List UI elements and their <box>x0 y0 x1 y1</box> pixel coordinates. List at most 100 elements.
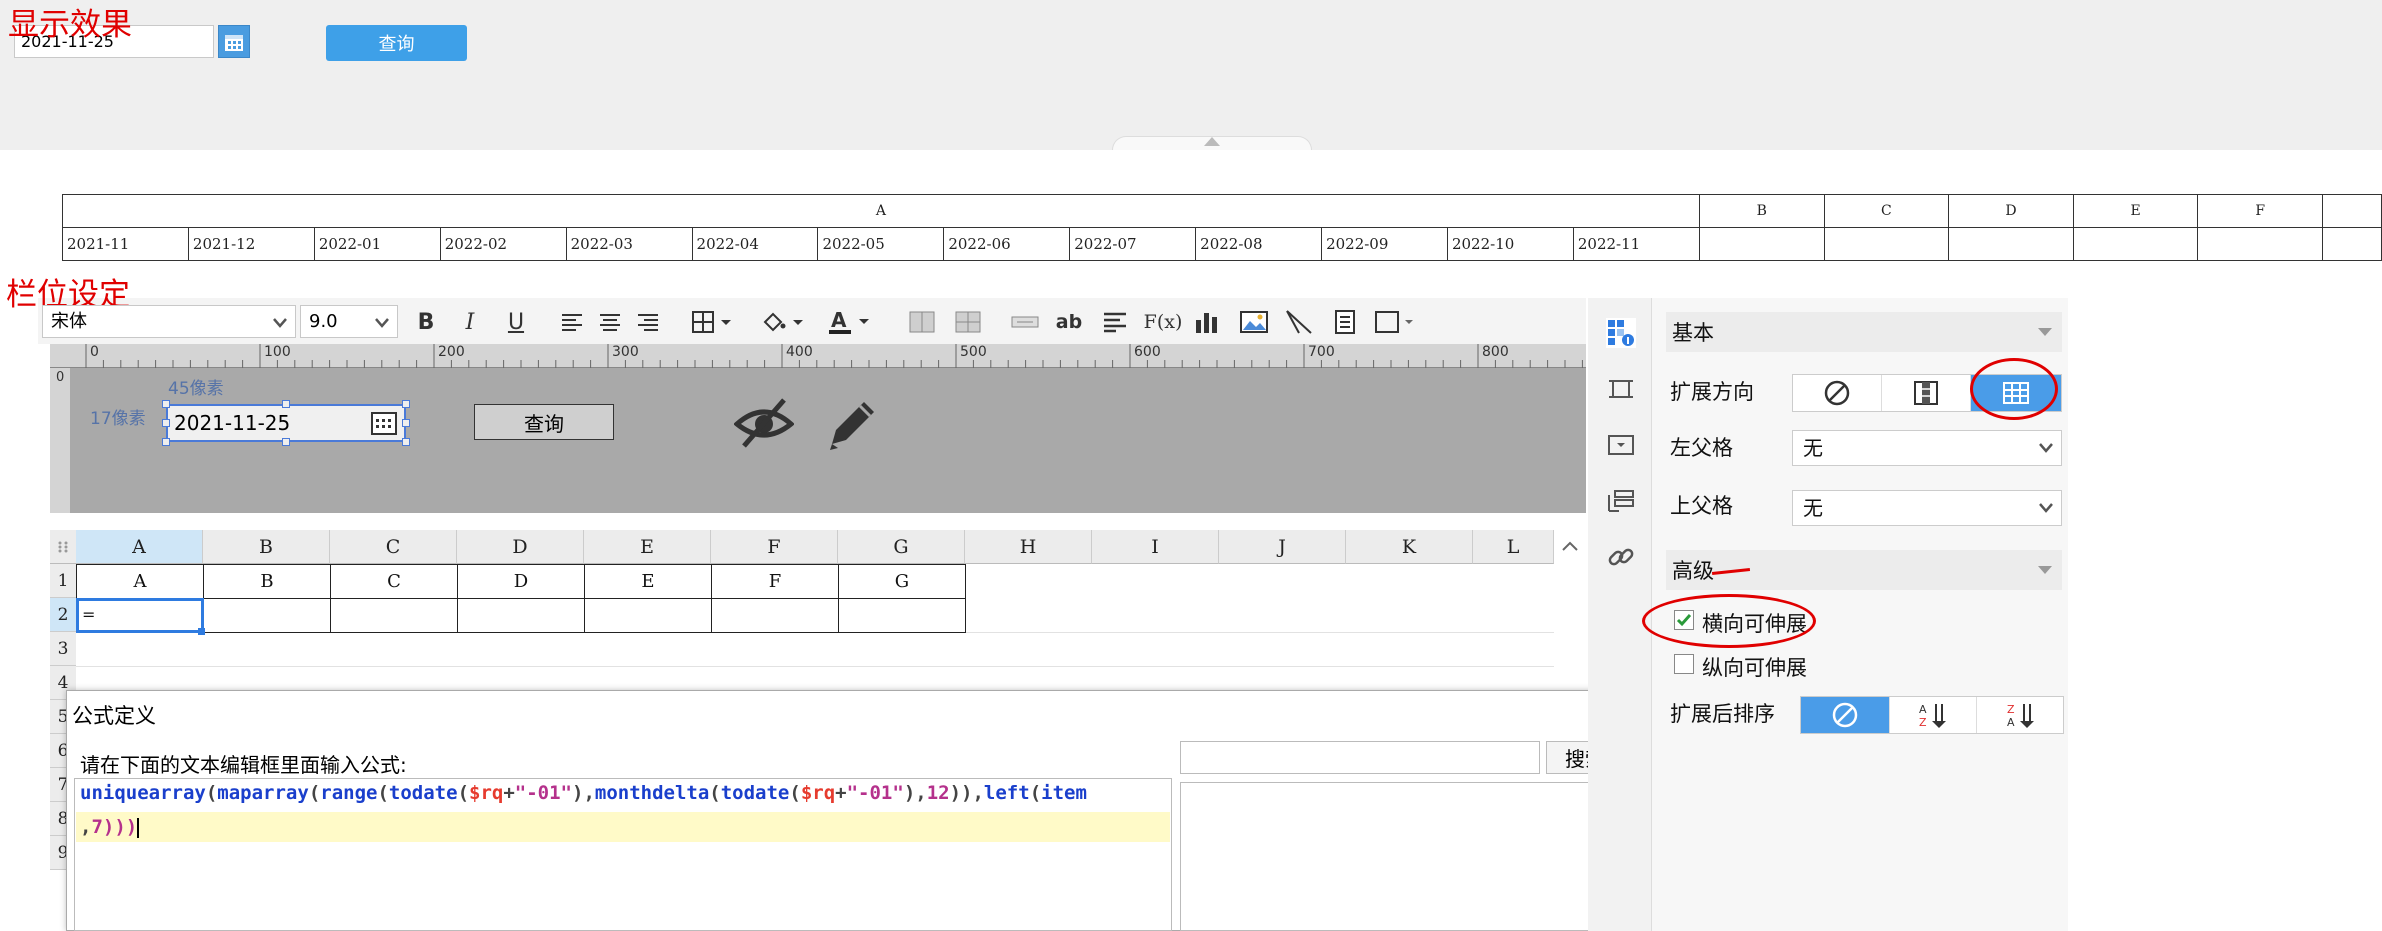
cell-g1[interactable]: G <box>838 564 966 599</box>
column-header-b[interactable]: B <box>203 530 330 564</box>
cell-a1[interactable]: A <box>76 564 204 599</box>
v-stretch-checkbox[interactable] <box>1674 654 1694 674</box>
font-size-select[interactable]: 9.0 <box>300 305 398 338</box>
top-parent-select[interactable]: 无 <box>1792 490 2062 526</box>
merge-cells-button[interactable] <box>908 306 936 338</box>
align-right-button[interactable] <box>634 306 662 338</box>
expand-none-option[interactable] <box>1793 375 1882 411</box>
sort-none-option[interactable] <box>1801 697 1889 733</box>
font-family-select[interactable]: 宋体 <box>42 305 296 338</box>
cell-g2[interactable] <box>838 598 966 633</box>
result-cell <box>2322 227 2382 261</box>
align-left-button[interactable] <box>558 306 586 338</box>
hyperlink-tab[interactable] <box>1606 542 1636 572</box>
expand-direction-label: 扩展方向 <box>1670 380 1754 404</box>
result-cell <box>1823 227 1950 261</box>
widget-settings-tab[interactable] <box>1606 430 1636 460</box>
result-header-f: F <box>2197 194 2324 228</box>
formula-button[interactable]: F(x) <box>1144 306 1183 338</box>
eye-off-icon[interactable] <box>733 396 795 454</box>
note-icon <box>1335 310 1355 334</box>
preview-query-button[interactable]: 查询 <box>326 25 467 61</box>
condition-attr-tab[interactable] <box>1606 486 1636 516</box>
formula-token: ( <box>789 782 801 804</box>
resize-handle[interactable] <box>402 400 410 408</box>
function-list[interactable] <box>1180 782 1624 931</box>
svg-text:Z: Z <box>2007 703 2015 716</box>
align-center-button[interactable] <box>596 306 624 338</box>
expand-vertical-option[interactable] <box>1882 375 1971 411</box>
result-cell: 2022-11 <box>1572 227 1700 261</box>
column-header-d[interactable]: D <box>457 530 584 564</box>
sort-ascending-icon: AZ <box>1919 703 1946 729</box>
cell-b2[interactable] <box>203 598 331 633</box>
resize-handle[interactable] <box>162 400 170 408</box>
column-header-h[interactable]: H <box>965 530 1092 564</box>
text-cursor <box>137 817 140 838</box>
note-button[interactable] <box>1330 306 1360 338</box>
result-cell: 2022-05 <box>817 227 945 261</box>
row-header-2[interactable]: 2 <box>50 598 76 632</box>
cell-c1[interactable]: C <box>330 564 458 599</box>
cell-element-tab[interactable] <box>1606 318 1636 348</box>
cell-e2[interactable] <box>584 598 712 633</box>
frame-button[interactable] <box>1372 306 1418 338</box>
column-header-l[interactable]: L <box>1473 530 1554 564</box>
resize-handle[interactable] <box>282 438 290 446</box>
fill-handle[interactable] <box>198 628 205 635</box>
column-header-k[interactable]: K <box>1346 530 1473 564</box>
column-header-a[interactable]: A <box>76 530 203 564</box>
bold-button[interactable]: B <box>412 306 440 338</box>
resize-handle[interactable] <box>162 419 170 427</box>
split-cells-button[interactable] <box>954 306 982 338</box>
cell-d1[interactable]: D <box>457 564 585 599</box>
cell-f1[interactable]: F <box>711 564 839 599</box>
cell-b1[interactable]: B <box>203 564 331 599</box>
fill-color-button[interactable] <box>760 306 812 338</box>
row-header-1[interactable]: 1 <box>50 564 76 598</box>
wrap-text-button[interactable] <box>1100 306 1130 338</box>
basic-section-header[interactable]: 基本 <box>1666 312 2062 352</box>
align-left-icon <box>562 314 582 331</box>
preview-calendar-button[interactable] <box>218 25 250 58</box>
basic-section-title: 基本 <box>1672 321 1714 345</box>
canvas-date-widget[interactable]: 2021-11-25 <box>166 404 406 442</box>
resize-handle[interactable] <box>402 438 410 446</box>
underline-button[interactable]: U <box>502 306 530 338</box>
cell-a2[interactable]: = <box>76 598 204 633</box>
sort-descending-option[interactable]: ZA <box>1977 697 2065 733</box>
column-header-e[interactable]: E <box>584 530 711 564</box>
font-color-button[interactable]: A <box>826 306 878 338</box>
italic-button[interactable]: I <box>456 306 484 338</box>
result-cell <box>2072 227 2199 261</box>
column-header-f[interactable]: F <box>711 530 838 564</box>
image-button[interactable] <box>1238 306 1270 338</box>
sort-ascending-option[interactable]: AZ <box>1889 697 1977 733</box>
function-search-input[interactable] <box>1180 741 1540 774</box>
pencil-icon[interactable] <box>824 394 882 458</box>
insert-row-button[interactable] <box>1010 306 1040 338</box>
chevron-up-icon[interactable] <box>1558 534 1582 558</box>
cell-c2[interactable] <box>330 598 458 633</box>
chart-button[interactable] <box>1192 306 1222 338</box>
column-header-g[interactable]: G <box>838 530 965 564</box>
cell-d2[interactable] <box>457 598 585 633</box>
column-header-j[interactable]: J <box>1219 530 1346 564</box>
column-header-c[interactable]: C <box>330 530 457 564</box>
cell-e1[interactable]: E <box>584 564 712 599</box>
canvas-query-button[interactable]: 查询 <box>474 404 614 440</box>
formula-token: $rq <box>469 782 504 804</box>
text-button[interactable]: ab <box>1054 306 1084 338</box>
resize-handle[interactable] <box>402 419 410 427</box>
column-header-i[interactable]: I <box>1092 530 1219 564</box>
left-parent-select[interactable]: 无 <box>1792 430 2062 466</box>
resize-handle[interactable] <box>282 400 290 408</box>
cell-f2[interactable] <box>711 598 839 633</box>
resize-handle[interactable] <box>162 438 170 446</box>
slash-button[interactable] <box>1284 306 1314 338</box>
row-header-3[interactable]: 3 <box>50 632 76 666</box>
border-button[interactable] <box>690 306 742 338</box>
formula-token: ), <box>903 782 927 804</box>
cell-style-tab[interactable] <box>1606 374 1636 404</box>
grid-corner[interactable] <box>50 530 76 564</box>
